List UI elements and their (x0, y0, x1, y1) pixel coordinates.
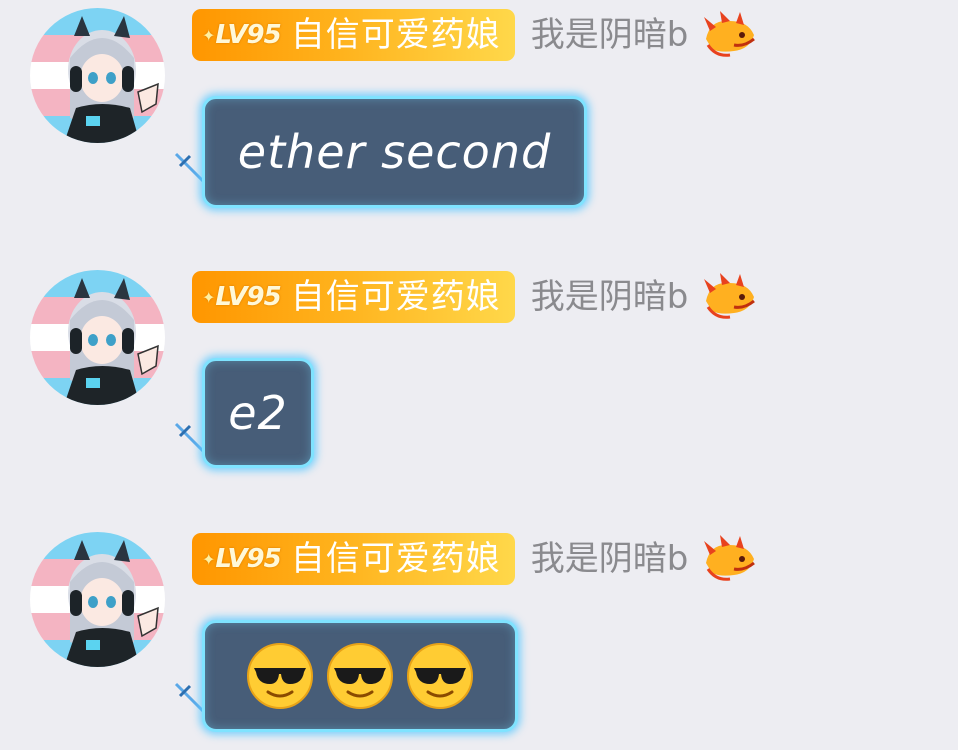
star-icon: ✦ (202, 25, 215, 45)
message-bubble[interactable]: ether second (202, 96, 587, 208)
level-title-badge[interactable]: ✦ LV95 自信可爱药娘 (192, 9, 515, 61)
chat-view: ✦ LV95 自信可爱药娘 我是阴暗b ether second ✦ LV95 … (0, 0, 958, 750)
nickname[interactable]: 我是阴暗b (531, 280, 689, 314)
message-header: ✦ LV95 自信可爱药娘 我是阴暗b (192, 8, 758, 62)
emoji-row (246, 642, 474, 710)
title-label: 自信可爱药娘 (290, 277, 501, 317)
message-bubble[interactable]: e2 (202, 358, 314, 468)
avatar[interactable] (30, 8, 165, 143)
avatar[interactable] (30, 270, 165, 405)
message-header: ✦ LV95 自信可爱药娘 我是阴暗b (192, 270, 758, 324)
title-label: 自信可爱药娘 (290, 15, 501, 55)
message-text: e2 (228, 386, 288, 440)
sunglasses-emoji-icon (327, 643, 393, 709)
sunglasses-emoji-icon (407, 643, 473, 709)
level-label: ✦ LV95 (202, 282, 282, 312)
level-label: ✦ LV95 (202, 20, 282, 50)
message-header: ✦ LV95 自信可爱药娘 我是阴暗b (192, 532, 758, 586)
level-label: ✦ LV95 (202, 544, 282, 574)
star-icon: ✦ (202, 549, 215, 569)
title-label: 自信可爱药娘 (290, 539, 501, 579)
level-title-badge[interactable]: ✦ LV95 自信可爱药娘 (192, 533, 515, 585)
avatar[interactable] (30, 532, 165, 667)
nickname[interactable]: 我是阴暗b (531, 18, 689, 52)
message-text: ether second (237, 125, 552, 179)
nickname[interactable]: 我是阴暗b (531, 542, 689, 576)
sunglasses-emoji-icon (247, 643, 313, 709)
dragon-icon (704, 535, 756, 581)
dragon-icon (704, 273, 756, 319)
star-icon: ✦ (202, 287, 215, 307)
message-bubble[interactable] (202, 620, 518, 732)
dragon-icon (704, 11, 756, 57)
level-title-badge[interactable]: ✦ LV95 自信可爱药娘 (192, 271, 515, 323)
